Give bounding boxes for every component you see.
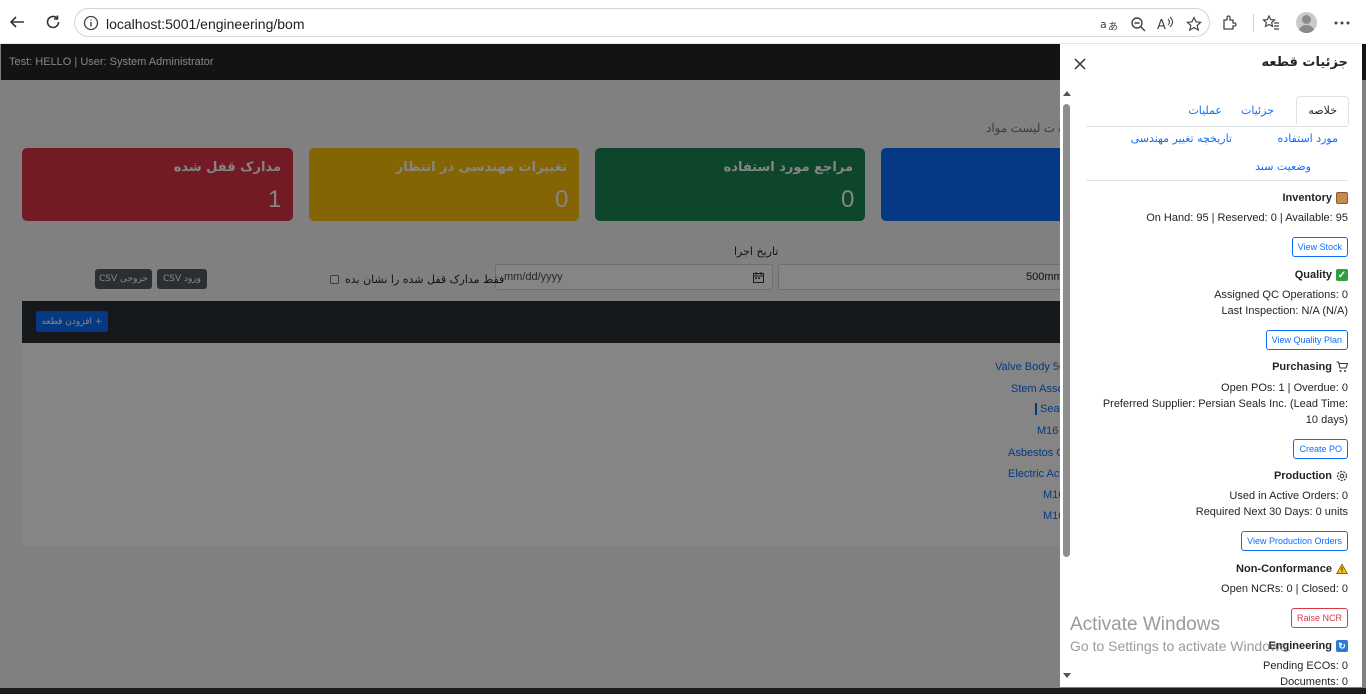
scroll-up-icon[interactable]	[1063, 91, 1071, 96]
purchasing-line-1: Open POs: 1 | Overdue: 0	[1221, 382, 1348, 394]
check-mark-icon: ✓	[1336, 269, 1348, 281]
quality-line-2: Last Inspection: N/A (N/A)	[1221, 305, 1348, 317]
view-quality-plan-button[interactable]: View Quality Plan	[1265, 330, 1348, 350]
site-info-icon[interactable]	[83, 15, 99, 34]
watermark-line-2: Go to Settings to activate Windows.	[1070, 638, 1291, 654]
production-label: Production	[1273, 470, 1332, 482]
toolbar-separator	[1253, 14, 1254, 32]
panel-scrollbar[interactable]	[1062, 91, 1072, 686]
address-bar[interactable]: localhost:5001/engineering/bom aあ A	[74, 8, 1210, 37]
tab-eco-history[interactable]: تاریخچه تغییر مهندسی	[1131, 132, 1232, 145]
back-arrow-icon	[9, 16, 24, 28]
view-production-orders-button[interactable]: View Production Orders	[1241, 531, 1348, 551]
view-stock-button[interactable]: View Stock	[1291, 237, 1348, 257]
inventory-title: Inventory	[1282, 192, 1348, 204]
back-button[interactable]	[6, 11, 28, 33]
svg-text:あ: あ	[1108, 21, 1118, 32]
close-button[interactable]	[1073, 57, 1087, 71]
scroll-thumb[interactable]	[1063, 104, 1070, 557]
tabs-divider	[1086, 126, 1348, 127]
reload-button[interactable]	[42, 11, 64, 33]
raise-ncr-button[interactable]: Raise NCR	[1290, 608, 1348, 628]
browser-toolbar: localhost:5001/engineering/bom aあ A	[0, 0, 1366, 44]
tab-summary[interactable]: خلاصه	[1296, 96, 1349, 125]
production-line-2: Required Next 30 Days: 0 units	[1195, 506, 1348, 518]
shopping-cart-icon	[1336, 361, 1348, 373]
section-divider	[1086, 180, 1348, 181]
close-icon	[1074, 58, 1086, 70]
reload-icon	[46, 15, 60, 29]
quality-title: Quality ✓	[1295, 269, 1348, 281]
quality-label: Quality	[1294, 269, 1332, 281]
favorites-icon[interactable]	[1260, 12, 1282, 34]
warning-icon	[1336, 563, 1348, 575]
purchasing-label: Purchasing	[1272, 361, 1332, 373]
production-title: Production	[1274, 470, 1348, 482]
tab-where-used[interactable]: مورد استفاده	[1278, 132, 1338, 145]
favorite-star-icon[interactable]	[1185, 15, 1203, 33]
inventory-line: On Hand: 95 | Reserved: 0 | Available: 9…	[1146, 212, 1348, 224]
purchasing-title: Purchasing	[1272, 361, 1348, 373]
nonconformance-line: Open NCRs: 0 | Closed: 0	[1221, 583, 1348, 595]
more-options-icon[interactable]	[1331, 12, 1353, 34]
nonconformance-title: Non-Conformance	[1236, 563, 1348, 575]
package-icon	[1336, 192, 1348, 204]
tab-operations[interactable]: عملیات	[1188, 104, 1222, 117]
inventory-label: Inventory	[1282, 192, 1332, 204]
part-details-panel: جزئیات قطعه خلاصه جزئیات عملیات مورد است…	[1060, 44, 1362, 687]
engineering-line-1: Pending ECOs: 0	[1263, 660, 1348, 672]
svg-text:A: A	[1157, 18, 1166, 32]
taskbar-edge	[0, 688, 1366, 694]
watermark-line-1: Activate Windows	[1070, 614, 1220, 635]
quality-line-1: Assigned QC Operations: 0	[1214, 289, 1348, 301]
url-text[interactable]: localhost:5001/engineering/bom	[106, 16, 304, 32]
scroll-down-icon[interactable]	[1063, 673, 1071, 678]
tab-details[interactable]: جزئیات	[1241, 104, 1274, 117]
extensions-icon[interactable]	[1219, 12, 1241, 34]
windows-activation-watermark: Activate Windows Go to Settings to activ…	[1070, 614, 1291, 654]
production-line-1: Used in Active Orders: 0	[1229, 490, 1348, 502]
purchasing-line-2: Preferred Supplier: Persian Seals Inc. (…	[1102, 398, 1348, 426]
profile-avatar[interactable]	[1296, 12, 1317, 33]
tab-document-status[interactable]: وضعیت سند	[1255, 160, 1311, 173]
sync-icon: ↻	[1336, 640, 1348, 652]
read-aloud-icon[interactable]: A	[1157, 15, 1175, 33]
engineering-line-2: Documents: 0	[1280, 676, 1348, 687]
gear-icon	[1336, 470, 1348, 482]
zoom-icon[interactable]	[1129, 15, 1147, 33]
panel-title: جزئیات قطعه	[1261, 55, 1348, 70]
translate-icon[interactable]: aあ	[1100, 15, 1118, 33]
svg-text:a: a	[1100, 18, 1107, 31]
nonconformance-label: Non-Conformance	[1236, 563, 1332, 575]
create-po-button[interactable]: Create PO	[1293, 439, 1348, 459]
